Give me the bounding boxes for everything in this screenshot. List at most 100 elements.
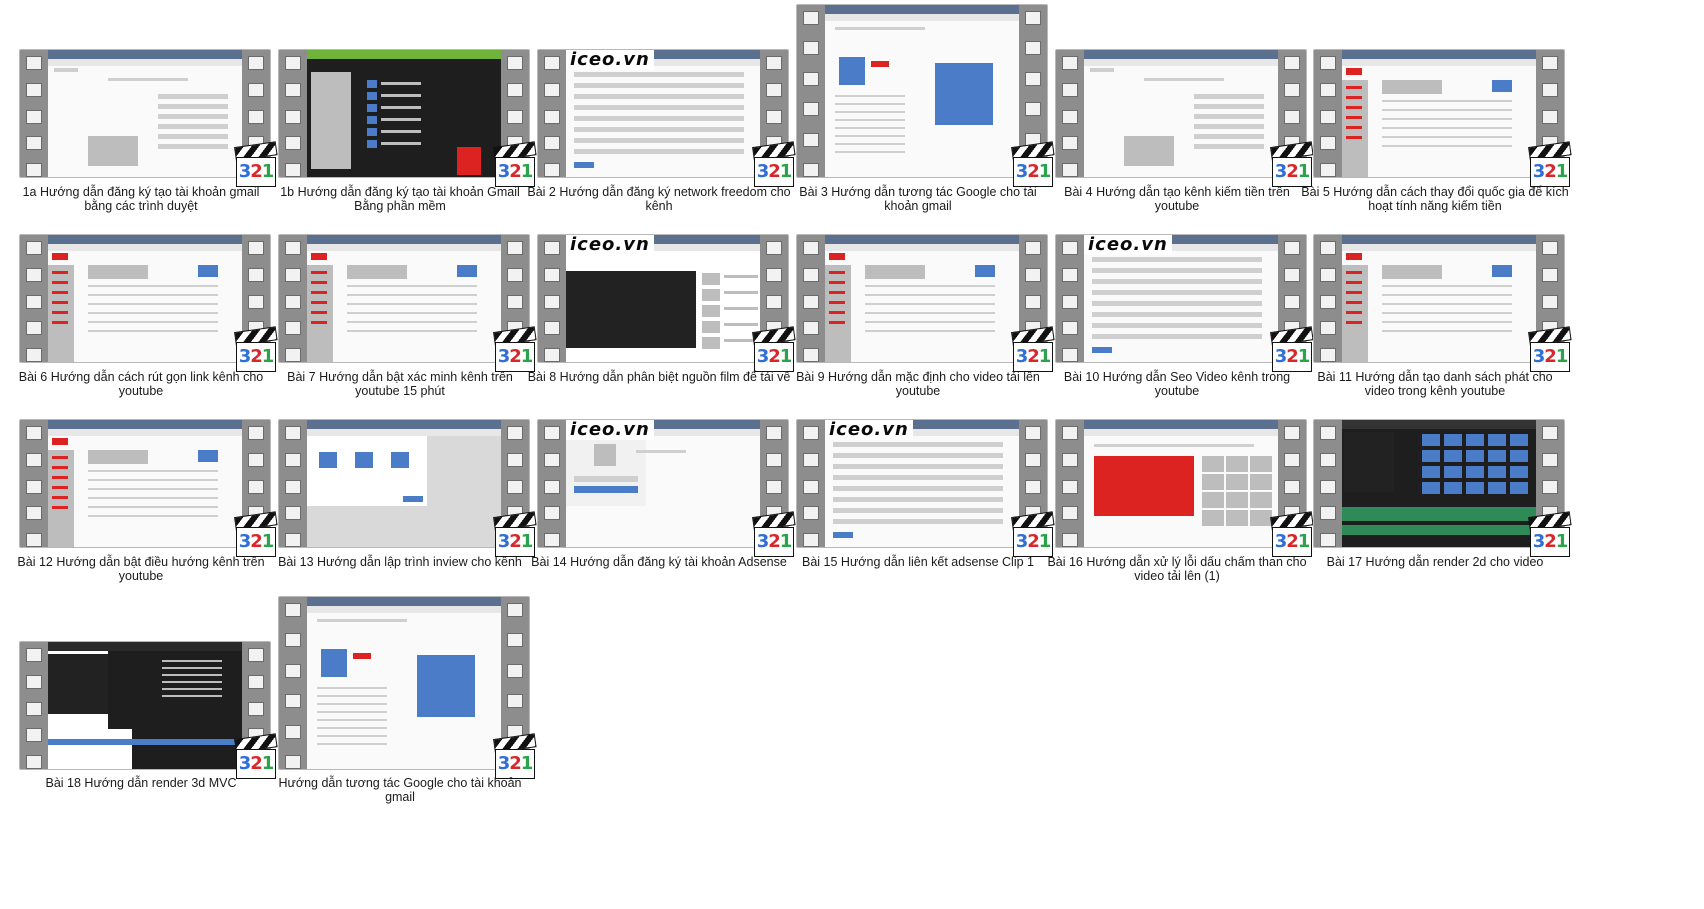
file-name-label[interactable]: 1b Hướng dẫn đăng ký tạo tài khoản Gmail… [266, 185, 534, 213]
text-line [1382, 100, 1512, 102]
file-name-label[interactable]: Bài 16 Hướng dẫn xử lý lỗi dấu chấm than… [1043, 555, 1311, 583]
text-line [1382, 294, 1512, 296]
film-hole [1320, 241, 1336, 255]
film-hole [803, 426, 819, 440]
video-thumbnail[interactable]: 321 [1314, 420, 1572, 557]
video-thumbnail[interactable]: 321 [1314, 50, 1572, 187]
file-name-label[interactable]: Bài 8 Hướng dẫn phân biệt nguồn film để … [525, 370, 793, 384]
video-thumbnail[interactable]: iceo.vn 321 [538, 235, 796, 372]
nav-item [52, 496, 68, 499]
text-line [162, 688, 222, 690]
video-thumbnail[interactable]: 321 [279, 50, 537, 187]
badge-digit: 1 [1555, 346, 1568, 367]
device-image [1124, 136, 1174, 166]
submit-button [833, 532, 853, 538]
form-field [158, 114, 228, 119]
video-thumbnail[interactable]: iceo.vn 321 [538, 50, 796, 187]
video-preview-frame [1084, 50, 1278, 177]
form-field [1194, 104, 1264, 109]
app-icon [367, 116, 377, 124]
file-name-label[interactable]: Bài 5 Hướng dẫn cách thay đổi quốc gia đ… [1301, 185, 1569, 213]
file-name-label[interactable]: Bài 11 Hướng dẫn tạo danh sách phát cho … [1301, 370, 1569, 398]
nav-item [52, 476, 68, 479]
preview [48, 654, 108, 714]
video-thumbnail[interactable]: 321 [797, 235, 1055, 372]
film-hole [26, 348, 42, 362]
preview [1344, 432, 1394, 492]
file-name-label[interactable]: Bài 4 Hướng dẫn tạo kênh kiếm tiền trên … [1043, 185, 1311, 213]
address-bar [825, 14, 1019, 21]
film-hole [248, 82, 264, 97]
address-bar [48, 244, 242, 251]
youtube-logo [52, 253, 68, 260]
heading [835, 27, 925, 30]
film-hole [26, 755, 42, 769]
media-player-classic-icon: 321 [1528, 141, 1572, 187]
page-content [1342, 66, 1536, 177]
file-name-label[interactable]: Bài 13 Hướng dẫn lập trình inview cho kê… [266, 555, 534, 569]
file-name-label[interactable]: Bài 12 Hướng dẫn bật điều hướng kênh trê… [7, 555, 275, 583]
video-thumbnail[interactable]: 321 [1056, 50, 1314, 187]
text-line [162, 667, 222, 669]
film-sprockets [797, 235, 825, 362]
thumbnail-grid: 321 1a Hướng dẫn đăng ký tạo tài khoản gm… [0, 0, 1704, 909]
file-name-label[interactable]: Bài 7 Hướng dẫn bật xác minh kênh trên y… [266, 370, 534, 398]
badge-digit: 3 [497, 753, 510, 774]
text-line [88, 488, 218, 490]
video-thumbnail[interactable]: iceo.vn 321 [538, 420, 796, 557]
file-name-label[interactable]: Bài 10 Hướng dẫn Seo Video kênh trong yo… [1043, 370, 1311, 398]
video-thumbnail[interactable]: 321 [279, 235, 537, 372]
film-hole [285, 82, 301, 97]
badge-digit: 3 [1015, 346, 1028, 367]
text-line [1382, 285, 1512, 287]
file-name-label[interactable]: Bài 9 Hướng dẫn mặc định cho video tải l… [784, 370, 1052, 398]
badge-digit: 3 [1532, 531, 1545, 552]
film-sprockets [20, 420, 48, 547]
badge-digit: 2 [768, 531, 780, 552]
submit-button [574, 162, 594, 168]
file-name-label[interactable]: Bài 3 Hướng dẫn tương tác Google cho tài… [784, 185, 1052, 213]
video-thumbnail[interactable]: 321 [20, 420, 278, 557]
image-thumb [1250, 510, 1272, 526]
video-thumbnail[interactable]: 321 [279, 597, 537, 779]
badge-digit: 2 [1544, 346, 1556, 367]
film-hole [26, 506, 42, 521]
file-name-label[interactable]: Bài 17 Hướng dẫn render 2d cho video [1301, 555, 1569, 569]
video-thumbnail[interactable]: 321 [20, 50, 278, 187]
file-name-label[interactable]: Bài 2 Hướng dẫn đăng ký network freedom … [525, 185, 793, 213]
media-player-classic-icon: 321 [1270, 511, 1314, 557]
video-thumbnail[interactable]: 321 [20, 642, 278, 779]
video-thumbnail[interactable]: 321 [20, 235, 278, 372]
film-hole [1320, 452, 1336, 467]
file-name-label[interactable]: Bài 6 Hướng dẫn cách rút gọn link kênh c… [7, 370, 275, 398]
text-line [88, 303, 218, 305]
video-thumbnail[interactable]: 321 [1056, 420, 1314, 557]
text-line [1382, 118, 1512, 120]
nav-item [1346, 136, 1362, 139]
video-thumbnail[interactable]: 321 [279, 420, 537, 557]
text-line [865, 330, 995, 332]
film-hole [507, 109, 523, 124]
form-row [1092, 290, 1262, 295]
film-hole [1542, 56, 1558, 70]
video-thumbnail[interactable]: 321 [797, 5, 1055, 187]
file-name-label[interactable]: Bài 18 Hướng dẫn render 3d MVC [7, 776, 275, 790]
text-line [88, 294, 218, 296]
video-thumbnail[interactable]: 321 [1314, 235, 1572, 372]
file-name-label[interactable]: 1a Hướng dẫn đăng ký tạo tài khoản gmail… [7, 185, 275, 213]
film-hole [507, 479, 523, 494]
text-line [88, 497, 218, 499]
film-hole [544, 426, 560, 440]
file-name-label[interactable]: Bài 14 Hướng dẫn đăng ký tài khoản Adsen… [525, 555, 793, 569]
icon [975, 265, 995, 277]
form-row [833, 508, 1003, 513]
film-hole [803, 163, 819, 177]
video-thumbnail[interactable]: iceo.vn 321 [1056, 235, 1314, 372]
file-name-label[interactable]: Hướng dẫn tương tác Google cho tài khoản… [266, 776, 534, 804]
badge-digit: 2 [1286, 346, 1298, 367]
video-thumbnail[interactable]: iceo.vn 321 [797, 420, 1055, 557]
avatar [594, 444, 616, 466]
nav-item [311, 281, 327, 284]
badge-number: 321 [495, 749, 535, 779]
file-name-label[interactable]: Bài 15 Hướng dẫn liên kết adsense Clip 1 [784, 555, 1052, 569]
